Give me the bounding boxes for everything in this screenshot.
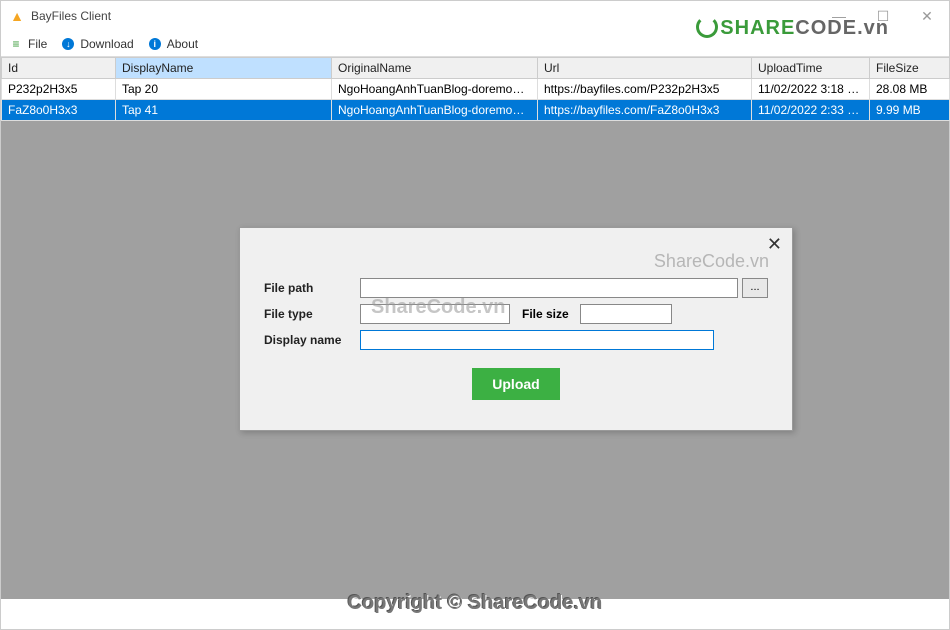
logo-share: SHARE — [720, 17, 795, 39]
browse-button[interactable]: ... — [742, 278, 768, 298]
filepath-label: File path — [264, 281, 360, 295]
dialog-body: File path ... File type File size Displa… — [240, 228, 792, 430]
col-id[interactable]: Id — [2, 58, 116, 79]
table-row[interactable]: FaZ8o0H3x3 Tap 41 NgoHoangAnhTuanBlog-do… — [2, 100, 950, 121]
cell-filesize: 9.99 MB — [870, 100, 950, 121]
upload-dialog: ✕ File path ... File type File size Disp… — [239, 227, 793, 431]
cell-filesize: 28.08 MB — [870, 79, 950, 100]
displayname-label: Display name — [264, 333, 360, 347]
cell-url: https://bayfiles.com/FaZ8o0H3x3 — [538, 100, 752, 121]
menu-file[interactable]: ≡ File — [9, 37, 47, 51]
cell-uploadtime: 11/02/2022 2:33 PM — [752, 100, 870, 121]
filetype-input[interactable] — [360, 304, 510, 324]
logo-code: CODE — [795, 17, 857, 39]
filetype-row: File type File size — [264, 304, 768, 324]
col-url[interactable]: Url — [538, 58, 752, 79]
menu-about[interactable]: i About — [148, 37, 198, 51]
cell-originalname: NgoHoangAnhTuanBlog-doremon-ng... — [332, 79, 538, 100]
filesize-label: File size — [522, 307, 580, 321]
menu-download-label: Download — [80, 37, 133, 51]
cell-originalname: NgoHoangAnhTuanBlog-doremon-ng... — [332, 100, 538, 121]
logo-watermark: SHARECODE.vn — [696, 17, 889, 40]
filetype-label: File type — [264, 307, 360, 321]
close-button[interactable]: ✕ — [905, 1, 949, 31]
upload-button[interactable]: Upload — [472, 368, 559, 400]
window-title: BayFiles Client — [31, 9, 111, 23]
displayname-input[interactable] — [360, 330, 714, 350]
download-icon: ↓ — [61, 37, 75, 51]
table-header-row: Id DisplayName OriginalName Url UploadTi… — [2, 58, 950, 79]
cell-id: FaZ8o0H3x3 — [2, 100, 116, 121]
menu-file-label: File — [28, 37, 47, 51]
app-icon: ▲ — [9, 8, 25, 24]
col-displayname[interactable]: DisplayName — [116, 58, 332, 79]
menu-download[interactable]: ↓ Download — [61, 37, 133, 51]
displayname-row: Display name — [264, 330, 768, 350]
col-filesize[interactable]: FileSize — [870, 58, 950, 79]
cell-displayname: Tap 20 — [116, 79, 332, 100]
cell-uploadtime: 11/02/2022 3:18 PM — [752, 79, 870, 100]
logo-suffix: .vn — [857, 17, 889, 39]
table-row[interactable]: P232p2H3x5 Tap 20 NgoHoangAnhTuanBlog-do… — [2, 79, 950, 100]
about-icon: i — [148, 37, 162, 51]
col-originalname[interactable]: OriginalName — [332, 58, 538, 79]
cell-url: https://bayfiles.com/P232p2H3x5 — [538, 79, 752, 100]
col-uploadtime[interactable]: UploadTime — [752, 58, 870, 79]
cell-id: P232p2H3x5 — [2, 79, 116, 100]
file-table[interactable]: Id DisplayName OriginalName Url UploadTi… — [1, 57, 950, 121]
filepath-row: File path ... — [264, 278, 768, 298]
filepath-input[interactable] — [360, 278, 738, 298]
file-icon: ≡ — [9, 37, 23, 51]
dialog-close-button[interactable]: ✕ — [767, 234, 782, 255]
swirl-icon — [696, 16, 718, 38]
filesize-input[interactable] — [580, 304, 672, 324]
menu-about-label: About — [167, 37, 198, 51]
cell-displayname: Tap 41 — [116, 100, 332, 121]
